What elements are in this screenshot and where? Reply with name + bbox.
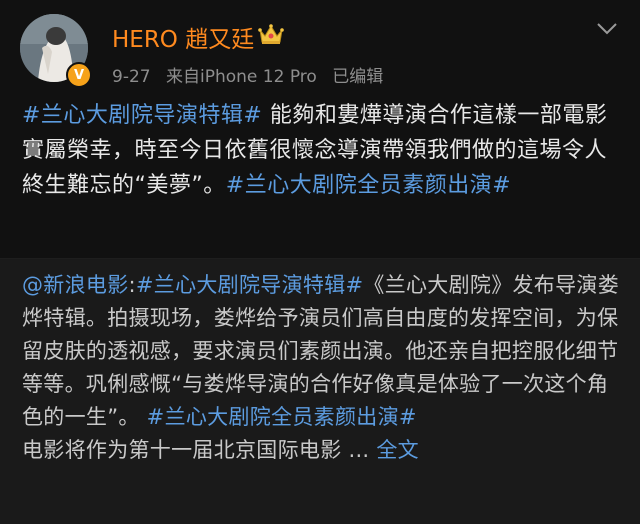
reposted-content[interactable]: @新浪电影:#兰心大剧院导演特辑#《兰心大剧院》发布导演娄烨特辑。拍摄现场，娄烨… <box>0 259 640 524</box>
verified-badge-icon: V <box>66 62 92 88</box>
repost-body: @新浪电影:#兰心大剧院导演特辑#《兰心大剧院》发布导演娄烨特辑。拍摄现场，娄烨… <box>22 269 622 467</box>
hashtag-link[interactable]: #兰心大剧院导演特辑# <box>136 273 364 297</box>
repost-colon: : <box>128 273 136 297</box>
hashtag-link[interactable]: #兰心大剧院全员素颜出演# <box>226 173 511 198</box>
weibo-post: V HERO 趙又廷 9-27 来自iPhone 12 Pro 已编辑 #兰心大… <box>0 0 640 258</box>
hashtag-link[interactable]: #兰心大剧院导演特辑# <box>22 103 262 128</box>
post-date: 9-27 <box>112 67 151 87</box>
post-source: 来自iPhone 12 Pro <box>166 67 317 87</box>
post-body: #兰心大剧院导演特辑# 能夠和婁燁導演合作這樣一部電影實屬榮幸，時至今日依舊很懷… <box>22 98 622 203</box>
edited-label: 已编辑 <box>332 67 384 87</box>
repost-text-truncated: 电影将作为第十一届北京国际电影 ... <box>22 438 377 462</box>
username[interactable]: HERO 趙又廷 <box>112 20 254 54</box>
chevron-down-icon[interactable] <box>596 22 618 36</box>
hashtag-link[interactable]: #兰心大剧院全员素颜出演# <box>147 405 417 429</box>
crown-icon[interactable] <box>258 22 284 46</box>
mention-link[interactable]: @新浪电影 <box>22 273 129 297</box>
full-text-link[interactable]: 全文 <box>376 438 419 462</box>
post-meta: 9-27 来自iPhone 12 Pro 已编辑 <box>112 62 393 87</box>
